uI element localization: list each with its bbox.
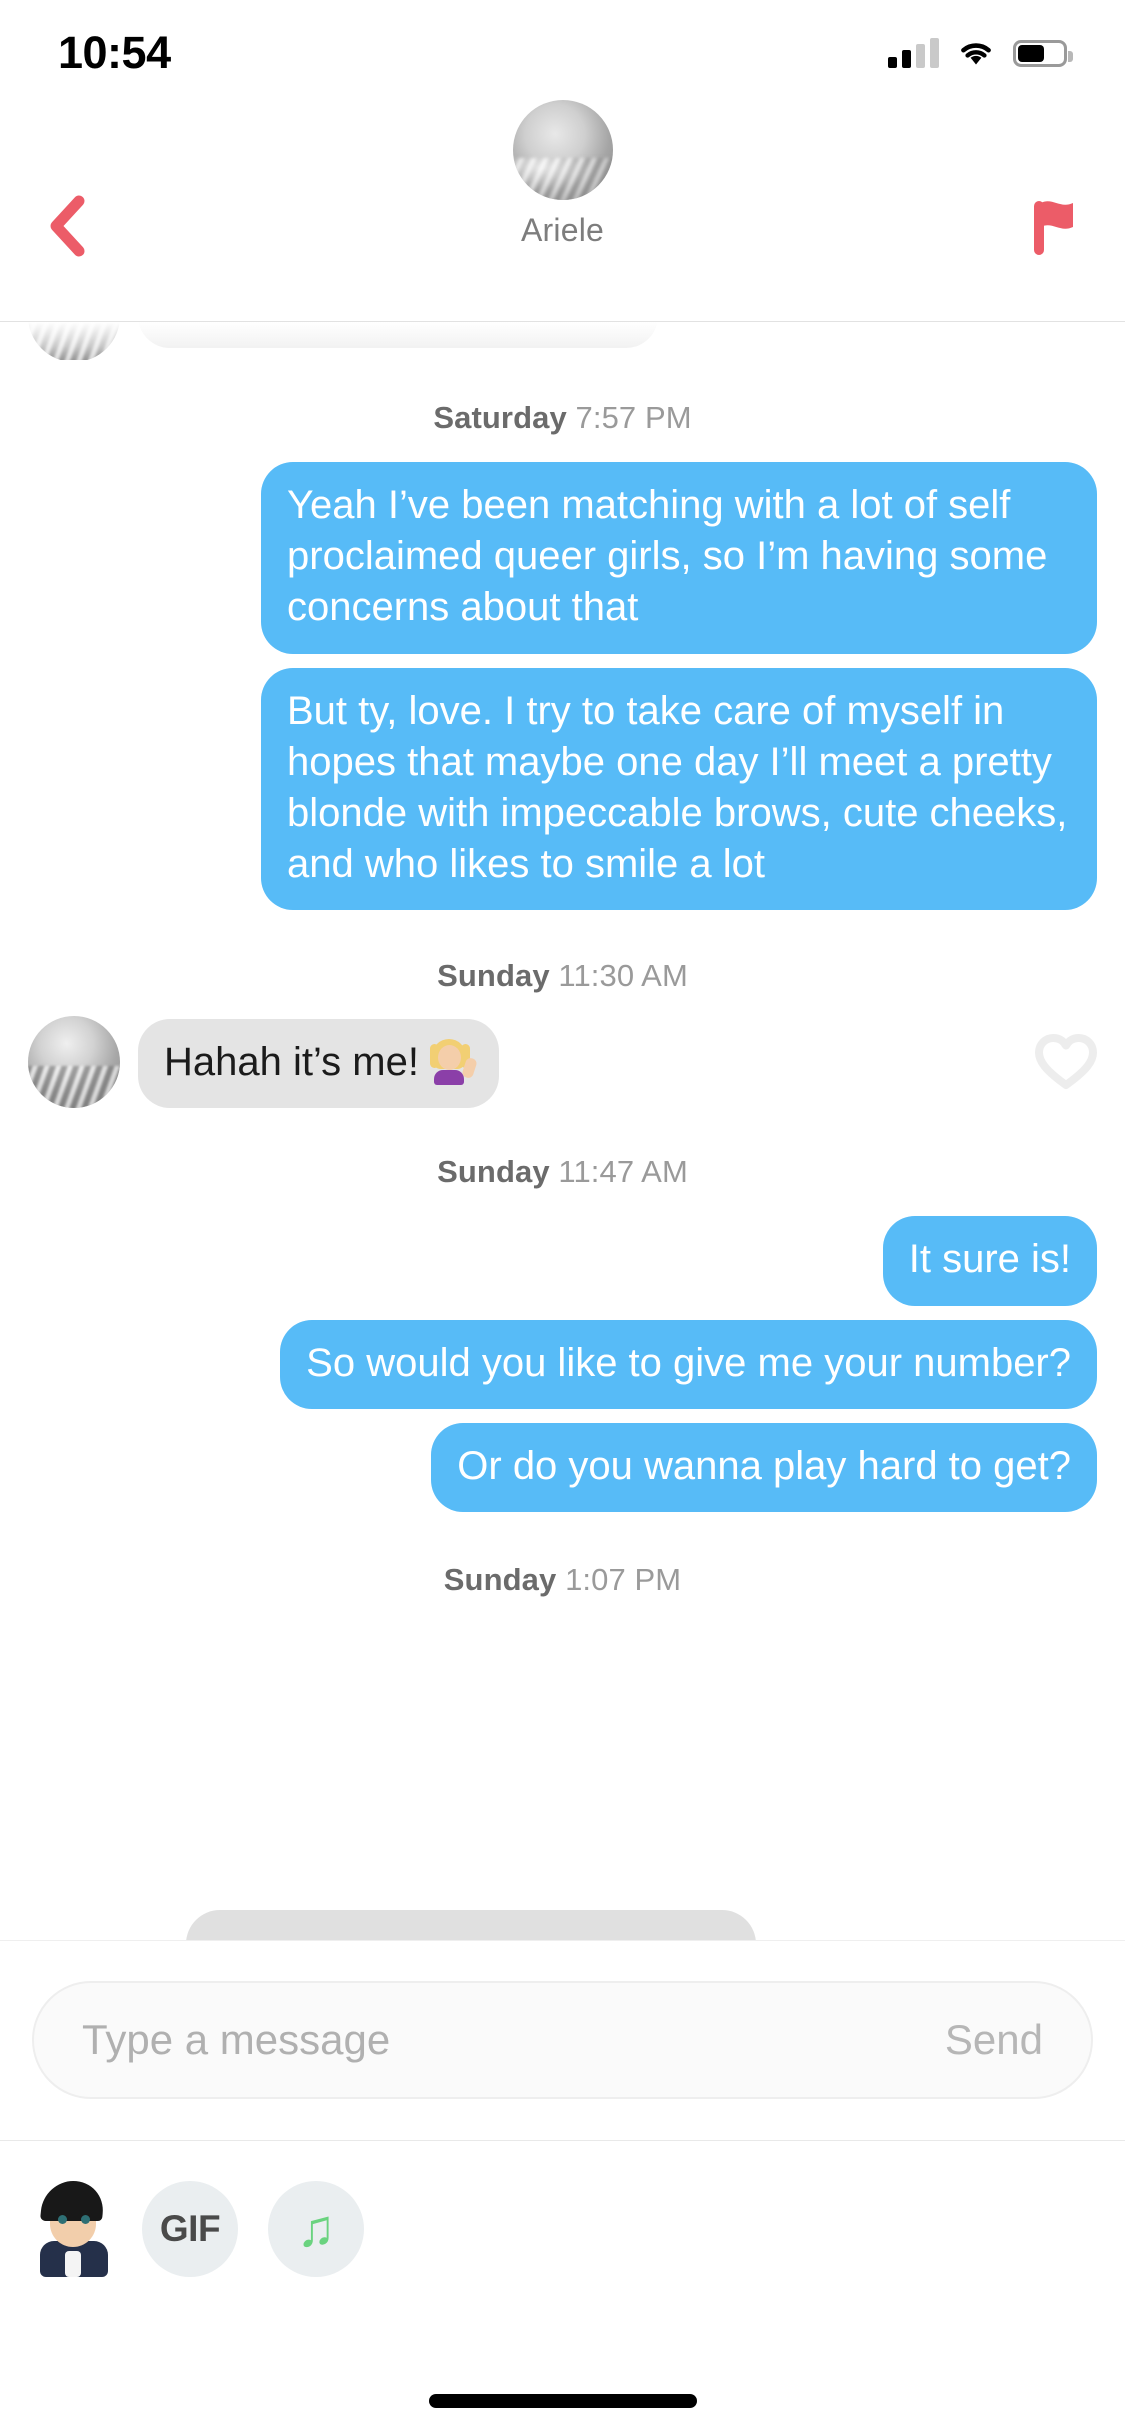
- woman-tipping-hand-emoji: [427, 1039, 478, 1086]
- chat-header-identity[interactable]: Ariele: [0, 100, 1125, 249]
- message-bubble-outgoing[interactable]: So would you like to give me your number…: [280, 1319, 1097, 1409]
- battery-icon: [1013, 39, 1073, 67]
- timestamp-day: Sunday: [443, 1561, 557, 1597]
- attachment-buttons: GIF ♫: [36, 2181, 364, 2277]
- composer-field-wrapper[interactable]: Send: [32, 1981, 1093, 2099]
- message-bubble-outgoing[interactable]: Yeah I’ve been matching with a lot of se…: [261, 462, 1097, 654]
- music-note-icon: ♫: [296, 2200, 336, 2258]
- sender-avatar[interactable]: [28, 1016, 120, 1109]
- music-button[interactable]: ♫: [268, 2181, 364, 2277]
- timestamp-day: Sunday: [437, 1154, 550, 1190]
- timestamp-divider: Sunday 11:47 AM: [0, 1154, 1125, 1190]
- message-bubble-incoming[interactable]: Hahah it’s me!: [138, 1019, 499, 1109]
- message-text: Hahah it’s me!: [164, 1040, 419, 1085]
- message-input[interactable]: [82, 2016, 945, 2064]
- gif-label: GIF: [159, 2208, 221, 2249]
- match-avatar[interactable]: [512, 100, 613, 200]
- message-bubble-outgoing[interactable]: It sure is!: [882, 1216, 1097, 1306]
- home-indicator: [428, 2394, 697, 2408]
- message-row: It sure is!: [0, 1216, 1125, 1306]
- wifi-icon: [961, 43, 991, 65]
- status-bar-icons: [888, 38, 1073, 68]
- message-bubble-outgoing[interactable]: But ty, love. I try to take care of myse…: [261, 667, 1097, 911]
- message-row: Hahah it’s me!: [0, 1016, 1125, 1109]
- timestamp-time: 7:57 PM: [575, 400, 692, 435]
- like-message-button[interactable]: [1035, 1034, 1097, 1090]
- timestamp-divider: Sunday 1:07 PM: [0, 1562, 1125, 1598]
- message-row: Yeah I’ve been matching with a lot of se…: [0, 462, 1125, 654]
- message-row: So would you like to give me your number…: [0, 1319, 1125, 1409]
- chat-header: Ariele: [0, 92, 1125, 322]
- flag-icon: [1034, 201, 1073, 255]
- attachment-toolbar: GIF ♫: [0, 2140, 1125, 2436]
- message-row: Or do you wanna play hard to get?: [0, 1422, 1125, 1512]
- message-composer: Send: [0, 1940, 1125, 2140]
- timestamp-day: Sunday: [437, 958, 550, 994]
- match-name: Ariele: [520, 212, 604, 248]
- timestamp-time: 1:07 PM: [565, 1561, 682, 1597]
- message-row: But ty, love. I try to take care of myse…: [0, 667, 1125, 911]
- timestamp-divider: Sunday 11:30 AM: [0, 958, 1125, 994]
- message-thread[interactable]: Saturday 7:57 PM Yeah I’ve been matching…: [0, 322, 1125, 1940]
- send-button[interactable]: Send: [945, 2016, 1043, 2064]
- timestamp-time: 11:47 AM: [558, 1154, 688, 1190]
- timestamp-divider: Saturday 7:57 PM: [0, 400, 1125, 436]
- thread-content: Saturday 7:57 PM Yeah I’ve been matching…: [0, 360, 1125, 1598]
- status-bar-time: 10:54: [58, 27, 171, 78]
- message-bubble-outgoing[interactable]: Or do you wanna play hard to get?: [431, 1422, 1097, 1512]
- timestamp-time: 11:30 AM: [558, 958, 688, 994]
- bitmoji-avatar-icon[interactable]: [36, 2181, 112, 2277]
- heart-outline-icon: [1035, 1034, 1097, 1090]
- cellular-signal-icon: [888, 38, 939, 68]
- status-bar: 10:54: [0, 0, 1125, 92]
- gif-button[interactable]: GIF: [142, 2181, 238, 2277]
- clipped-bubble: [186, 1910, 756, 1940]
- clipped-next-message: [0, 1904, 1125, 1940]
- report-button[interactable]: [1011, 180, 1103, 272]
- thread-top-fade: [0, 322, 1125, 366]
- timestamp-day: Saturday: [433, 400, 567, 435]
